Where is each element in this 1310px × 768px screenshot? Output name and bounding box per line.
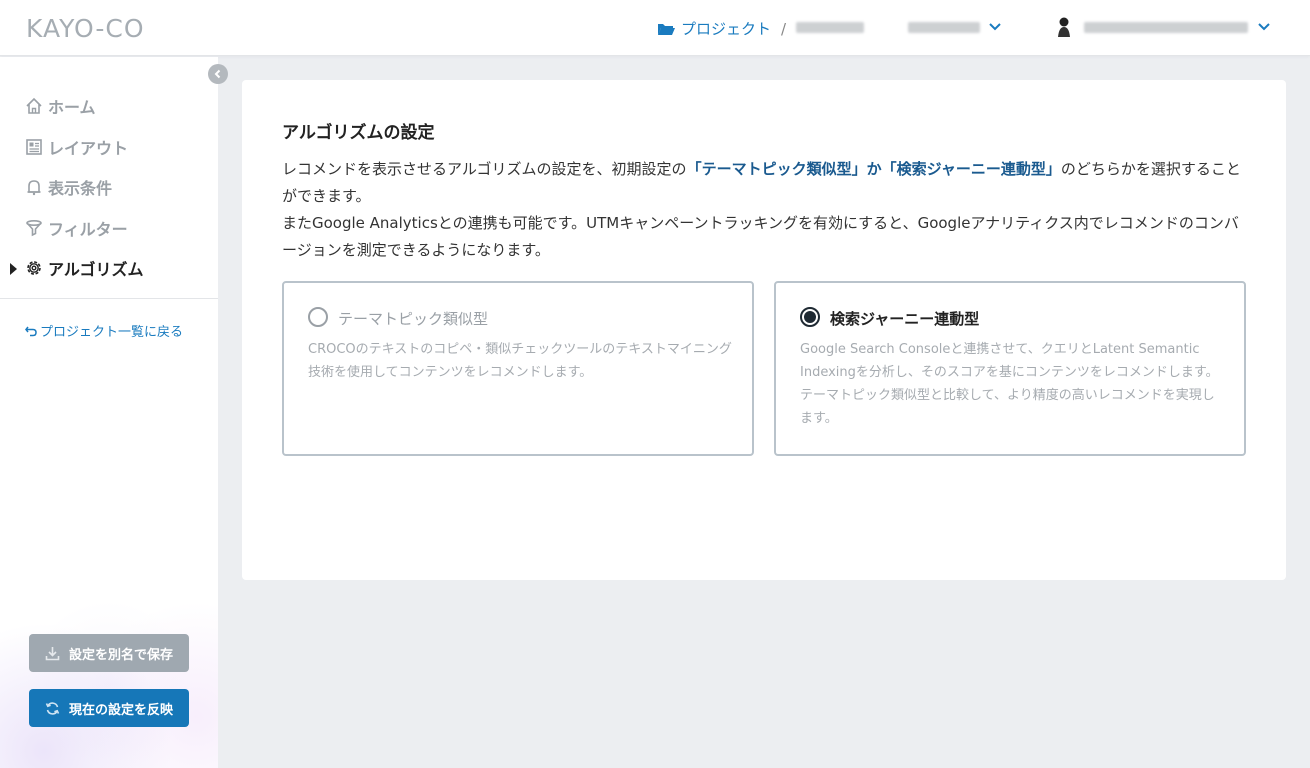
sidebar-item-label: 表示条件 (48, 179, 113, 199)
breadcrumb: プロジェクト / (657, 18, 796, 39)
save-as-label: 設定を別名で保存 (68, 646, 173, 662)
description: レコメンドを表示させるアルゴリズムの設定を、初期設定の「テーマトピック類似型」か… (282, 156, 1252, 264)
sidebar-item-label: ホーム (48, 98, 96, 118)
radio-search-journey[interactable] (800, 307, 820, 327)
apply-settings-button[interactable]: 現在の設定を反映 (29, 689, 189, 727)
sidebar-item-label: レイアウト (48, 138, 129, 158)
layout-icon (26, 138, 42, 155)
sidebar-decoration (0, 598, 218, 768)
save-as-button[interactable]: 設定を別名で保存 (29, 634, 189, 672)
sidebar: ホーム レイアウト 表示条件 フィルター アルゴリズム プロジェクト一覧に戻る … (0, 57, 218, 768)
download-icon (45, 646, 60, 660)
radio-theme-topic[interactable] (308, 307, 328, 327)
back-to-projects-link[interactable]: プロジェクト一覧に戻る (25, 321, 183, 340)
breadcrumb-project-name[interactable] (796, 22, 864, 33)
gear-icon (27, 261, 41, 276)
refresh-icon (45, 701, 60, 715)
chevron-down-icon[interactable] (988, 20, 1002, 34)
sidebar-item-label: フィルター (48, 219, 128, 239)
back-link-label: プロジェクト一覧に戻る (40, 325, 184, 340)
description-text: またGoogle Analyticsとの連携も可能です。UTMキャンペーントラッ… (282, 214, 1239, 259)
option-theme-topic[interactable]: テーマトピック類似型 CROCOのテキストのコピペ・類似チェックツールのテキスト… (282, 281, 754, 456)
sidebar-item-algorithm[interactable]: アルゴリズム (0, 248, 218, 289)
sidebar-nav: ホーム レイアウト 表示条件 フィルター アルゴリズム (0, 86, 218, 289)
sidebar-item-display-conditions[interactable]: 表示条件 (0, 167, 218, 208)
apply-settings-label: 現在の設定を反映 (68, 701, 173, 717)
breadcrumb-project-link[interactable]: プロジェクト (681, 18, 771, 39)
page-title: アルゴリズムの設定 (282, 123, 435, 143)
filter-icon (26, 219, 42, 237)
sidebar-divider (0, 298, 218, 299)
option-description: Google Search Consoleと連携させて、クエリとLatent S… (800, 342, 1219, 426)
home-icon (26, 98, 42, 115)
algorithm-settings-card: アルゴリズムの設定 レコメンドを表示させるアルゴリズムの設定を、初期設定の「テー… (242, 80, 1286, 580)
breadcrumb-separator: / (781, 19, 787, 38)
chevron-down-icon[interactable] (1257, 20, 1271, 34)
description-highlight: 「テーマトピック類似型」か「検索ジャーニー連動型」 (686, 160, 1061, 178)
option-description: CROCOのテキストのコピペ・類似チェックツールのテキストマイニング技術を使用し… (308, 342, 732, 380)
option-title: テーマトピック類似型 (338, 310, 489, 328)
avatar[interactable] (1056, 16, 1072, 38)
folder-open-icon (658, 23, 675, 35)
header: KAYO-CO プロジェクト / (0, 0, 1310, 56)
app-logo[interactable]: KAYO-CO (26, 14, 145, 43)
chevron-left-icon (214, 69, 221, 79)
sidebar-item-filter[interactable]: フィルター (0, 208, 218, 249)
sidebar-item-home[interactable]: ホーム (0, 86, 218, 127)
page-selector-value[interactable] (908, 22, 980, 33)
user-email[interactable] (1084, 22, 1248, 33)
option-title: 検索ジャーニー連動型 (830, 310, 980, 328)
sidebar-collapse-button[interactable] (208, 64, 228, 84)
active-indicator-icon (10, 263, 17, 275)
return-arrow-icon (25, 326, 37, 336)
sidebar-item-label: アルゴリズム (48, 260, 144, 280)
description-text: レコメンドを表示させるアルゴリズムの設定を、初期設定の (282, 160, 687, 178)
option-search-journey[interactable]: 検索ジャーニー連動型 Google Search Consoleと連携させて、ク… (774, 281, 1246, 456)
sidebar-item-layout[interactable]: レイアウト (0, 127, 218, 168)
bell-icon (27, 180, 41, 196)
